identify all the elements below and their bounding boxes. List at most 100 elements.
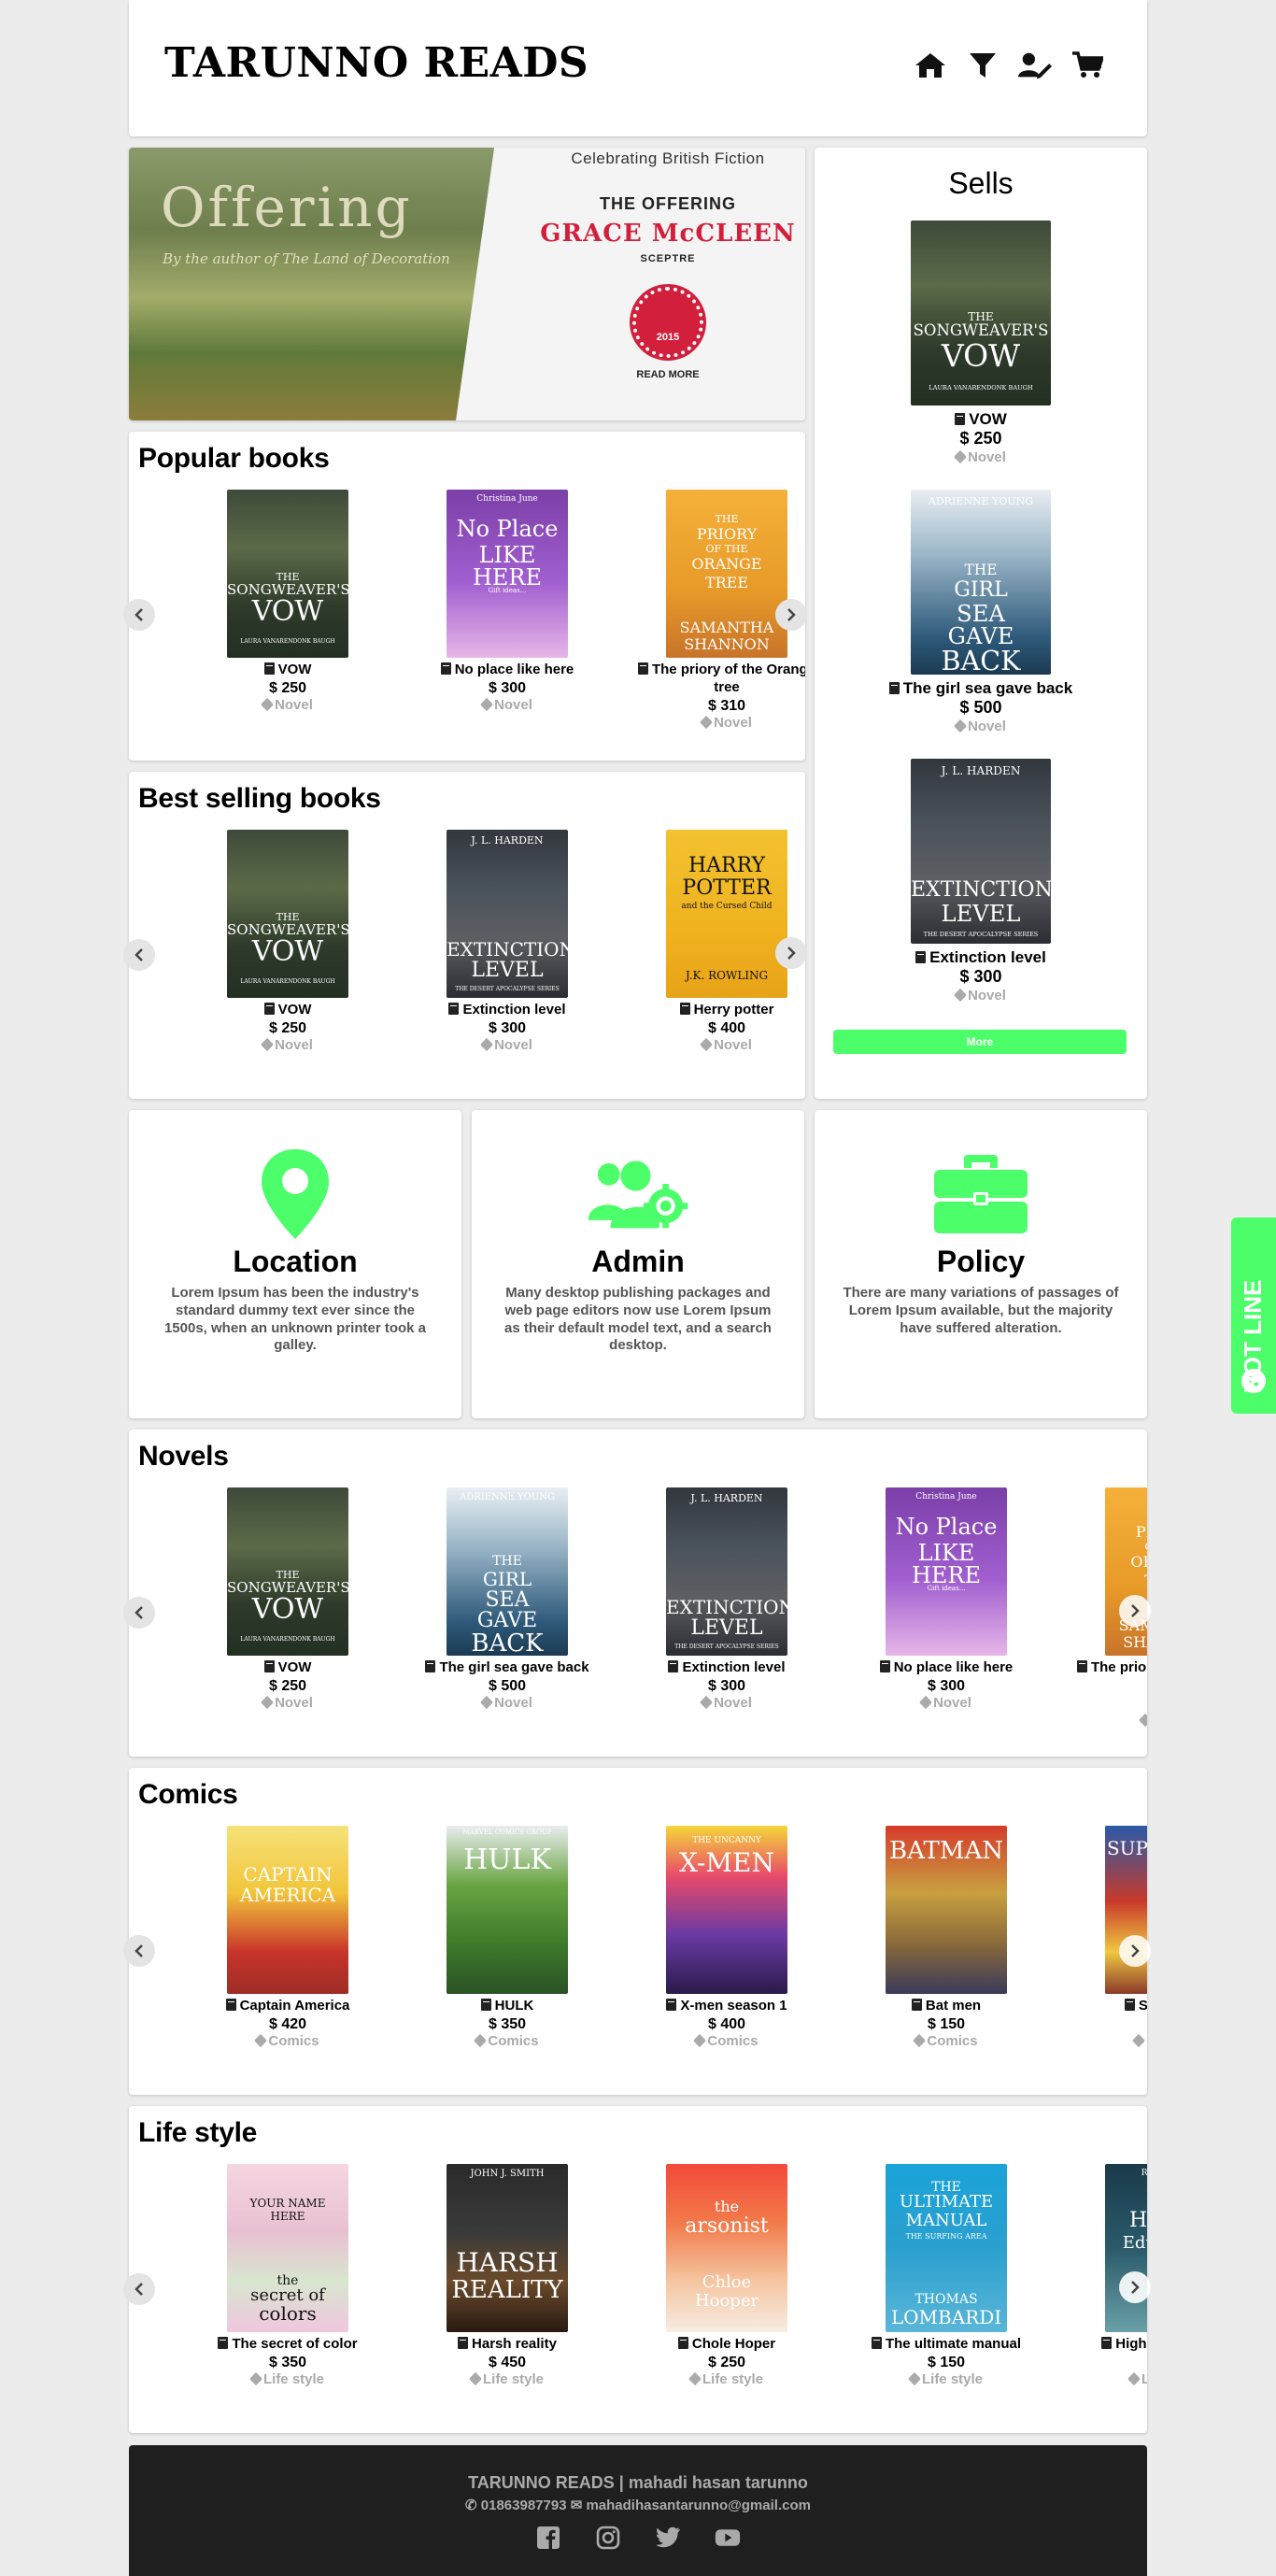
book-title[interactable]: VOW [194, 1002, 381, 1019]
book-card[interactable]: THE UNCANNY X-MEN X-men season 1 $ 400 Comic… [633, 1826, 820, 2050]
book-card[interactable]: THE SONGWEAVER'S VOW LAURA VANARENDONK BAUG… [194, 830, 381, 1054]
twitter-icon[interactable] [655, 2525, 681, 2551]
book-card[interactable]: JOHN J. SMITH HARSH REALITY Harsh reality $ … [414, 2164, 601, 2388]
hero-banner[interactable]: Offering By the author of The Land of De… [129, 148, 805, 420]
book-title[interactable]: Chole Hoper [633, 2336, 820, 2354]
book-category[interactable]: Novel [633, 1037, 805, 1054]
carousel-next-button[interactable] [1119, 1935, 1151, 1967]
youtube-icon[interactable] [715, 2525, 741, 2551]
book-cover-image[interactable]: THE SONGWEAVER'S VOW LAURA VANARENDONK BAUG… [227, 1487, 348, 1656]
book-title[interactable]: VOW [194, 1659, 381, 1677]
book-card[interactable]: THE SONGWEAVER'S VOW LAURA VANARENDONK BAUG… [815, 221, 1147, 466]
book-card[interactable]: THE SONGWEAVER'S VOW LAURA VANARENDONK BAUG… [194, 1487, 381, 1712]
book-cover-image[interactable]: Christina June No Place LIKE HERE Gift idea… [886, 1487, 1007, 1656]
book-category[interactable]: Comics [633, 2033, 820, 2050]
book-category[interactable]: Comics [1072, 2033, 1147, 2050]
book-title[interactable]: The ultimate manual [853, 2336, 1040, 2354]
book-title[interactable]: Extinction level [633, 1659, 820, 1677]
book-category[interactable]: Novel [414, 1695, 601, 1712]
book-title[interactable]: No place like here [853, 1659, 1040, 1677]
book-category[interactable]: Novel [853, 1695, 1040, 1712]
user-edit-icon[interactable] [1018, 49, 1052, 82]
book-title[interactable]: Extinction level [815, 947, 1147, 967]
carousel-next-button[interactable] [775, 599, 807, 631]
book-card[interactable]: J. L. HARDEN EXTINCTION LEVEL THE DESERT AP… [633, 1487, 820, 1712]
book-title[interactable]: VOW [815, 409, 1147, 429]
book-cover-image[interactable]: HARRY POTTER and the Cursed Child J.K. ROWL… [666, 830, 787, 998]
book-title[interactable]: Herry potter [633, 1002, 805, 1019]
book-category[interactable]: Novel [194, 697, 381, 714]
book-cover-image[interactable]: THEPRIORYOF THEORANGETREESAMANTHASHANNON [666, 490, 787, 658]
home-icon[interactable] [914, 49, 947, 82]
book-card[interactable]: ADRIENNE YOUNG THE GIRL SEA GAVE BACK The girl… [815, 490, 1147, 735]
book-cover-image[interactable]: Christina June No Place LIKE HERE Gift idea… [447, 490, 568, 658]
book-cover-image[interactable]: THE ULTIMATE MANUAL THE SURFING AREA THOMAS L… [886, 2164, 1007, 2332]
book-title[interactable]: VOW [194, 662, 381, 679]
book-cover-image[interactable]: THE SONGWEAVER'S VOW LAURA VANARENDONK BAUG… [227, 490, 348, 658]
book-title[interactable]: Extinction level [414, 1002, 601, 1019]
book-category[interactable]: Comics [414, 2033, 601, 2050]
book-cover-image[interactable]: MARVEL COMICS GROUP HULK [447, 1826, 568, 1994]
carousel-prev-button[interactable] [123, 939, 155, 971]
book-category[interactable]: Novel [815, 988, 1147, 1004]
filter-icon[interactable] [966, 49, 1000, 82]
book-card[interactable]: CAPTAIN AMERICA Captain America $ 420 Comics [194, 1826, 381, 2050]
book-category[interactable]: Novel [414, 1037, 601, 1054]
carousel-next-button[interactable] [775, 937, 807, 969]
book-cover-image[interactable]: THE UNCANNY X-MEN [666, 1826, 787, 1994]
book-category[interactable]: Novel [414, 697, 601, 714]
book-card[interactable]: BATMAN Bat men $ 150 Comics [853, 1826, 1040, 2050]
carousel-next-button[interactable] [1119, 2271, 1151, 2303]
book-title[interactable]: X-men season 1 [633, 1998, 820, 2015]
book-cover-image[interactable]: Ronan Aldo HigherEducation [1105, 2164, 1147, 2332]
book-title[interactable]: The girl sea gave back [815, 678, 1147, 698]
book-cover-image[interactable]: CAPTAIN AMERICA [227, 1826, 348, 1994]
carousel-prev-button[interactable] [123, 2273, 155, 2305]
banner-read-more[interactable]: READ MORE [531, 369, 805, 380]
book-title[interactable]: Higher education [1072, 2336, 1147, 2354]
book-card[interactable]: THE SONGWEAVER'S VOW LAURA VANARENDONK BAUG… [194, 490, 381, 714]
book-title[interactable]: Harsh reality [414, 2336, 601, 2354]
carousel-prev-button[interactable] [123, 1935, 155, 1967]
book-cover-image[interactable]: the arsonist Chloe Hooper [666, 2164, 787, 2332]
book-cover-image[interactable]: THEPRIORYOF THEORANGETREESAMANTHASHANNON [1105, 1487, 1147, 1656]
book-title[interactable]: The priory of the Orange tree [633, 662, 805, 697]
facebook-icon[interactable] [535, 2525, 561, 2551]
book-cover-image[interactable]: J. L. HARDEN EXTINCTION LEVEL THE DESERT AP… [447, 830, 568, 998]
book-title[interactable]: The girl sea gave back [414, 1659, 601, 1677]
site-logo[interactable]: TARUNNO READS [164, 39, 588, 87]
hotline-tab[interactable]: HOT LINE [1231, 1217, 1276, 1414]
book-title[interactable]: No place like here [414, 662, 601, 679]
book-cover-image[interactable]: J. L. HARDEN EXTINCTION LEVEL THE DESERT AP… [911, 759, 1051, 944]
book-category[interactable]: Novel [815, 449, 1147, 466]
book-card[interactable]: Christina June No Place LIKE HERE Gift idea… [414, 490, 601, 714]
book-card[interactable]: J. L. HARDEN EXTINCTION LEVEL THE DESERT AP… [414, 830, 601, 1054]
cart-icon[interactable] [1070, 49, 1104, 82]
book-category[interactable]: Life style [414, 2371, 601, 2388]
book-cover-image[interactable]: THE SONGWEAVER'S VOW LAURA VANARENDONK BAUG… [227, 830, 348, 998]
book-cover-image[interactable]: YOUR NAME HERE the secret of colors [227, 2164, 348, 2332]
book-category[interactable]: Novel [194, 1037, 381, 1054]
book-category[interactable]: Comics [853, 2033, 1040, 2050]
book-cover-image[interactable]: THE SONGWEAVER'S VOW LAURA VANARENDONK BAUG… [911, 221, 1051, 406]
book-cover-image[interactable]: SUPERMAN [1105, 1826, 1147, 1994]
book-card[interactable]: THE ULTIMATE MANUAL THE SURFING AREA THOMAS L… [853, 2164, 1040, 2388]
carousel-next-button[interactable] [1119, 1595, 1151, 1627]
book-category[interactable]: Novel [633, 715, 805, 732]
book-card[interactable]: ADRIENNE YOUNG THE GIRL SEA GAVE BACK The girl… [414, 1487, 601, 1712]
book-card[interactable]: the arsonist Chloe Hooper Chole Hoper $ 250 Li… [633, 2164, 820, 2388]
book-title[interactable]: The priory of the Orange tree [1072, 1659, 1147, 1695]
book-cover-image[interactable]: JOHN J. SMITH HARSH REALITY [447, 2164, 568, 2332]
book-cover-image[interactable]: ADRIENNE YOUNG THE GIRL SEA GAVE BACK [911, 490, 1051, 675]
book-category[interactable]: Comics [194, 2033, 381, 2050]
book-category[interactable]: Life style [194, 2371, 381, 2388]
carousel-prev-button[interactable] [123, 1597, 155, 1629]
book-category[interactable]: Novel [1072, 1713, 1147, 1729]
book-title[interactable]: HULK [414, 1998, 601, 2015]
footer-phone[interactable]: 01863987793 [481, 2498, 567, 2513]
book-card[interactable]: Christina June No Place LIKE HERE Gift idea… [853, 1487, 1040, 1712]
book-card[interactable]: J. L. HARDEN EXTINCTION LEVEL THE DESERT AP… [815, 759, 1147, 1004]
carousel-prev-button[interactable] [123, 599, 155, 631]
footer-email[interactable]: mahadihasantarunno@gmail.com [586, 2498, 811, 2513]
book-cover-image[interactable]: J. L. HARDEN EXTINCTION LEVEL THE DESERT AP… [666, 1487, 787, 1656]
